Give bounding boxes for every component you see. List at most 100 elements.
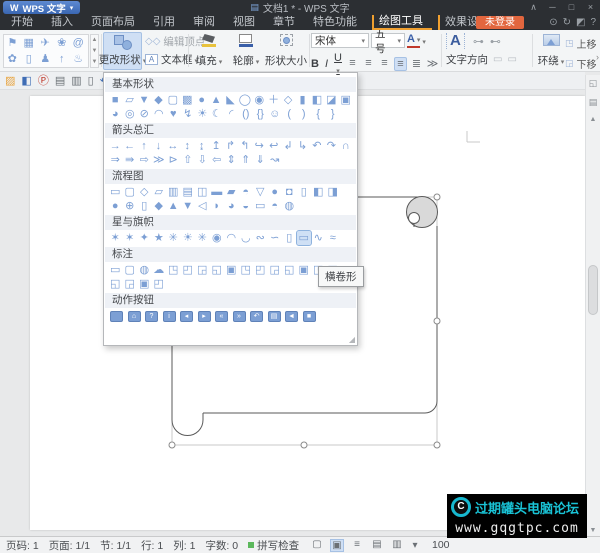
shape-icon[interactable]: ◰ <box>152 277 167 291</box>
shape-icon[interactable]: ☁ <box>152 263 167 277</box>
shape-icon[interactable]: ☀ <box>195 107 210 121</box>
shape-icon[interactable]: ✦ <box>137 231 152 245</box>
shape-icon[interactable]: ↯ <box>181 107 196 121</box>
shape-icon[interactable]: ▣ <box>224 263 239 277</box>
shape-icon[interactable]: ✶ <box>123 231 138 245</box>
shape-icon[interactable]: ✳ <box>195 231 210 245</box>
font-name-select[interactable]: 宋体▾ <box>311 33 369 48</box>
shape-icon[interactable]: ∾ <box>253 231 268 245</box>
shape-icon[interactable]: ◨ <box>326 185 341 199</box>
shape-icon[interactable]: ↳ <box>295 139 309 153</box>
shape-icon[interactable]: { <box>311 107 326 121</box>
shape-size-button[interactable]: 形状大小 <box>264 32 308 70</box>
shape-icon[interactable]: ◎ <box>123 107 138 121</box>
shape-icon[interactable]: ▢ <box>166 93 180 107</box>
gallery-shape-icon[interactable]: ▯ <box>21 51 38 67</box>
bold-button[interactable]: B <box>311 58 319 70</box>
shape-icon[interactable]: ↲ <box>281 139 295 153</box>
login-button[interactable]: 未登录 <box>476 16 524 29</box>
shape-icon[interactable]: ◣ <box>223 93 237 107</box>
action-button-icon[interactable]: ■ <box>303 311 316 322</box>
gallery-shape-icon[interactable]: ⚑ <box>4 35 21 51</box>
shape-icon[interactable]: ◰ <box>253 263 268 277</box>
shape-icon[interactable]: ✳ <box>166 231 181 245</box>
shape-icon[interactable]: ◲ <box>195 263 210 277</box>
shape-icon[interactable]: ▮ <box>295 93 309 107</box>
maximize-icon[interactable]: □ <box>562 0 581 15</box>
shape-icon[interactable]: ▥ <box>166 185 181 199</box>
link-icon[interactable]: ⊶ <box>473 35 484 48</box>
shape-icon[interactable]: ⇛ <box>123 153 138 167</box>
shape-icon[interactable]: ＋ <box>266 93 280 107</box>
shape-icon[interactable]: ▽ <box>253 185 268 199</box>
shape-icon[interactable]: ◡ <box>239 231 254 245</box>
shape-icon[interactable]: ↑ <box>137 139 151 153</box>
shape-icon[interactable]: ▬ <box>210 185 225 199</box>
shape-icon[interactable]: ◕ <box>108 107 123 121</box>
shape-icon[interactable]: } <box>326 107 341 121</box>
action-button-icon[interactable]: ? <box>145 311 158 322</box>
gallery-shape-icon[interactable]: ✈ <box>37 35 54 51</box>
spellcheck-status[interactable]: 拼写检查 <box>248 538 299 553</box>
action-button-icon[interactable]: ◄ <box>285 311 298 322</box>
shape-icon[interactable]: ◓ <box>268 199 283 213</box>
open-folder-icon[interactable]: ▨ <box>5 73 15 89</box>
export-pdf-icon[interactable]: Ⓟ <box>38 73 49 89</box>
shape-icon[interactable]: ↓ <box>151 139 165 153</box>
shape-icon[interactable]: ▱ <box>152 185 167 199</box>
shape-icon[interactable]: ◜ <box>224 107 239 121</box>
shape-icon[interactable]: ▲ <box>209 93 223 107</box>
save-icon[interactable]: ◧ <box>21 73 31 89</box>
shape-icon[interactable]: ▲ <box>166 199 181 213</box>
shape-icon[interactable]: ▢ <box>123 185 138 199</box>
text-direction-button[interactable]: 文字方向 <box>446 52 488 67</box>
shape-icon[interactable]: ◫ <box>195 185 210 199</box>
minimize-icon[interactable]: ─ <box>543 0 562 15</box>
shape-icon[interactable]: ← <box>122 139 136 153</box>
action-button-icon[interactable]: « <box>215 311 228 322</box>
action-button-icon[interactable] <box>110 311 123 322</box>
shape-icon[interactable]: ◕ <box>224 199 239 213</box>
shape-icon[interactable]: ↱ <box>223 139 237 153</box>
shape-icon[interactable]: ⇓ <box>253 153 268 167</box>
font-size-select[interactable]: 五号▾ <box>371 33 405 48</box>
shape-icon[interactable]: ◉ <box>252 93 266 107</box>
align-left-icon[interactable]: ≡ <box>346 57 359 71</box>
shape-icon[interactable]: ) <box>297 107 312 121</box>
action-button-icon[interactable]: ◂ <box>180 311 193 322</box>
action-button-icon[interactable]: ↶ <box>250 311 263 322</box>
action-button-icon[interactable]: ⌂ <box>128 311 141 322</box>
shape-icon[interactable]: ⊕ <box>123 199 138 213</box>
shape-icon[interactable]: ∽ <box>268 231 283 245</box>
shape-icon[interactable]: ◍ <box>282 199 297 213</box>
underline-button[interactable]: U <box>334 52 342 76</box>
scroll-down-icon[interactable]: ▼ <box>586 527 600 534</box>
gallery-shape-icon[interactable]: @ <box>70 35 87 51</box>
outline-view-icon[interactable]: ≡ <box>350 539 364 552</box>
shape-icon[interactable]: ◳ <box>239 263 254 277</box>
gallery-shape-icon[interactable]: ↑ <box>54 51 71 67</box>
refresh-icon[interactable]: ↻ <box>563 16 571 29</box>
gallery-up-icon[interactable]: ▲ <box>91 35 98 46</box>
italic-button[interactable]: I <box>323 58 330 70</box>
vertical-scrollbar[interactable]: ◱ ▤ ▲ ▼ <box>585 75 600 536</box>
shape-icon[interactable]: ◓ <box>239 185 254 199</box>
shape-icon[interactable]: ▭ <box>108 185 123 199</box>
shape-icon[interactable]: ▢ <box>123 263 138 277</box>
font-color-button[interactable]: A <box>407 34 420 48</box>
tab-插入[interactable]: 插入 <box>42 15 82 30</box>
shape-icon[interactable]: ↰ <box>238 139 252 153</box>
shape-icon[interactable]: ◆ <box>151 93 165 107</box>
shape-icon[interactable]: ⇒ <box>108 153 123 167</box>
wrap-button[interactable]: 环绕 <box>536 32 566 70</box>
shape-icon[interactable]: ⇩ <box>195 153 210 167</box>
shape-icon[interactable]: ▭ <box>108 263 123 277</box>
shape-icon[interactable]: ◲ <box>268 263 283 277</box>
shape-icon[interactable]: ▼ <box>181 199 196 213</box>
shape-icon[interactable]: ∿ <box>311 231 326 245</box>
action-button-icon[interactable]: » <box>233 311 246 322</box>
shape-icon[interactable]: ▼ <box>137 93 151 107</box>
shape-icon[interactable]: ◁ <box>195 199 210 213</box>
tab-章节[interactable]: 章节 <box>264 15 304 30</box>
shape-icon[interactable]: ▯ <box>297 185 312 199</box>
